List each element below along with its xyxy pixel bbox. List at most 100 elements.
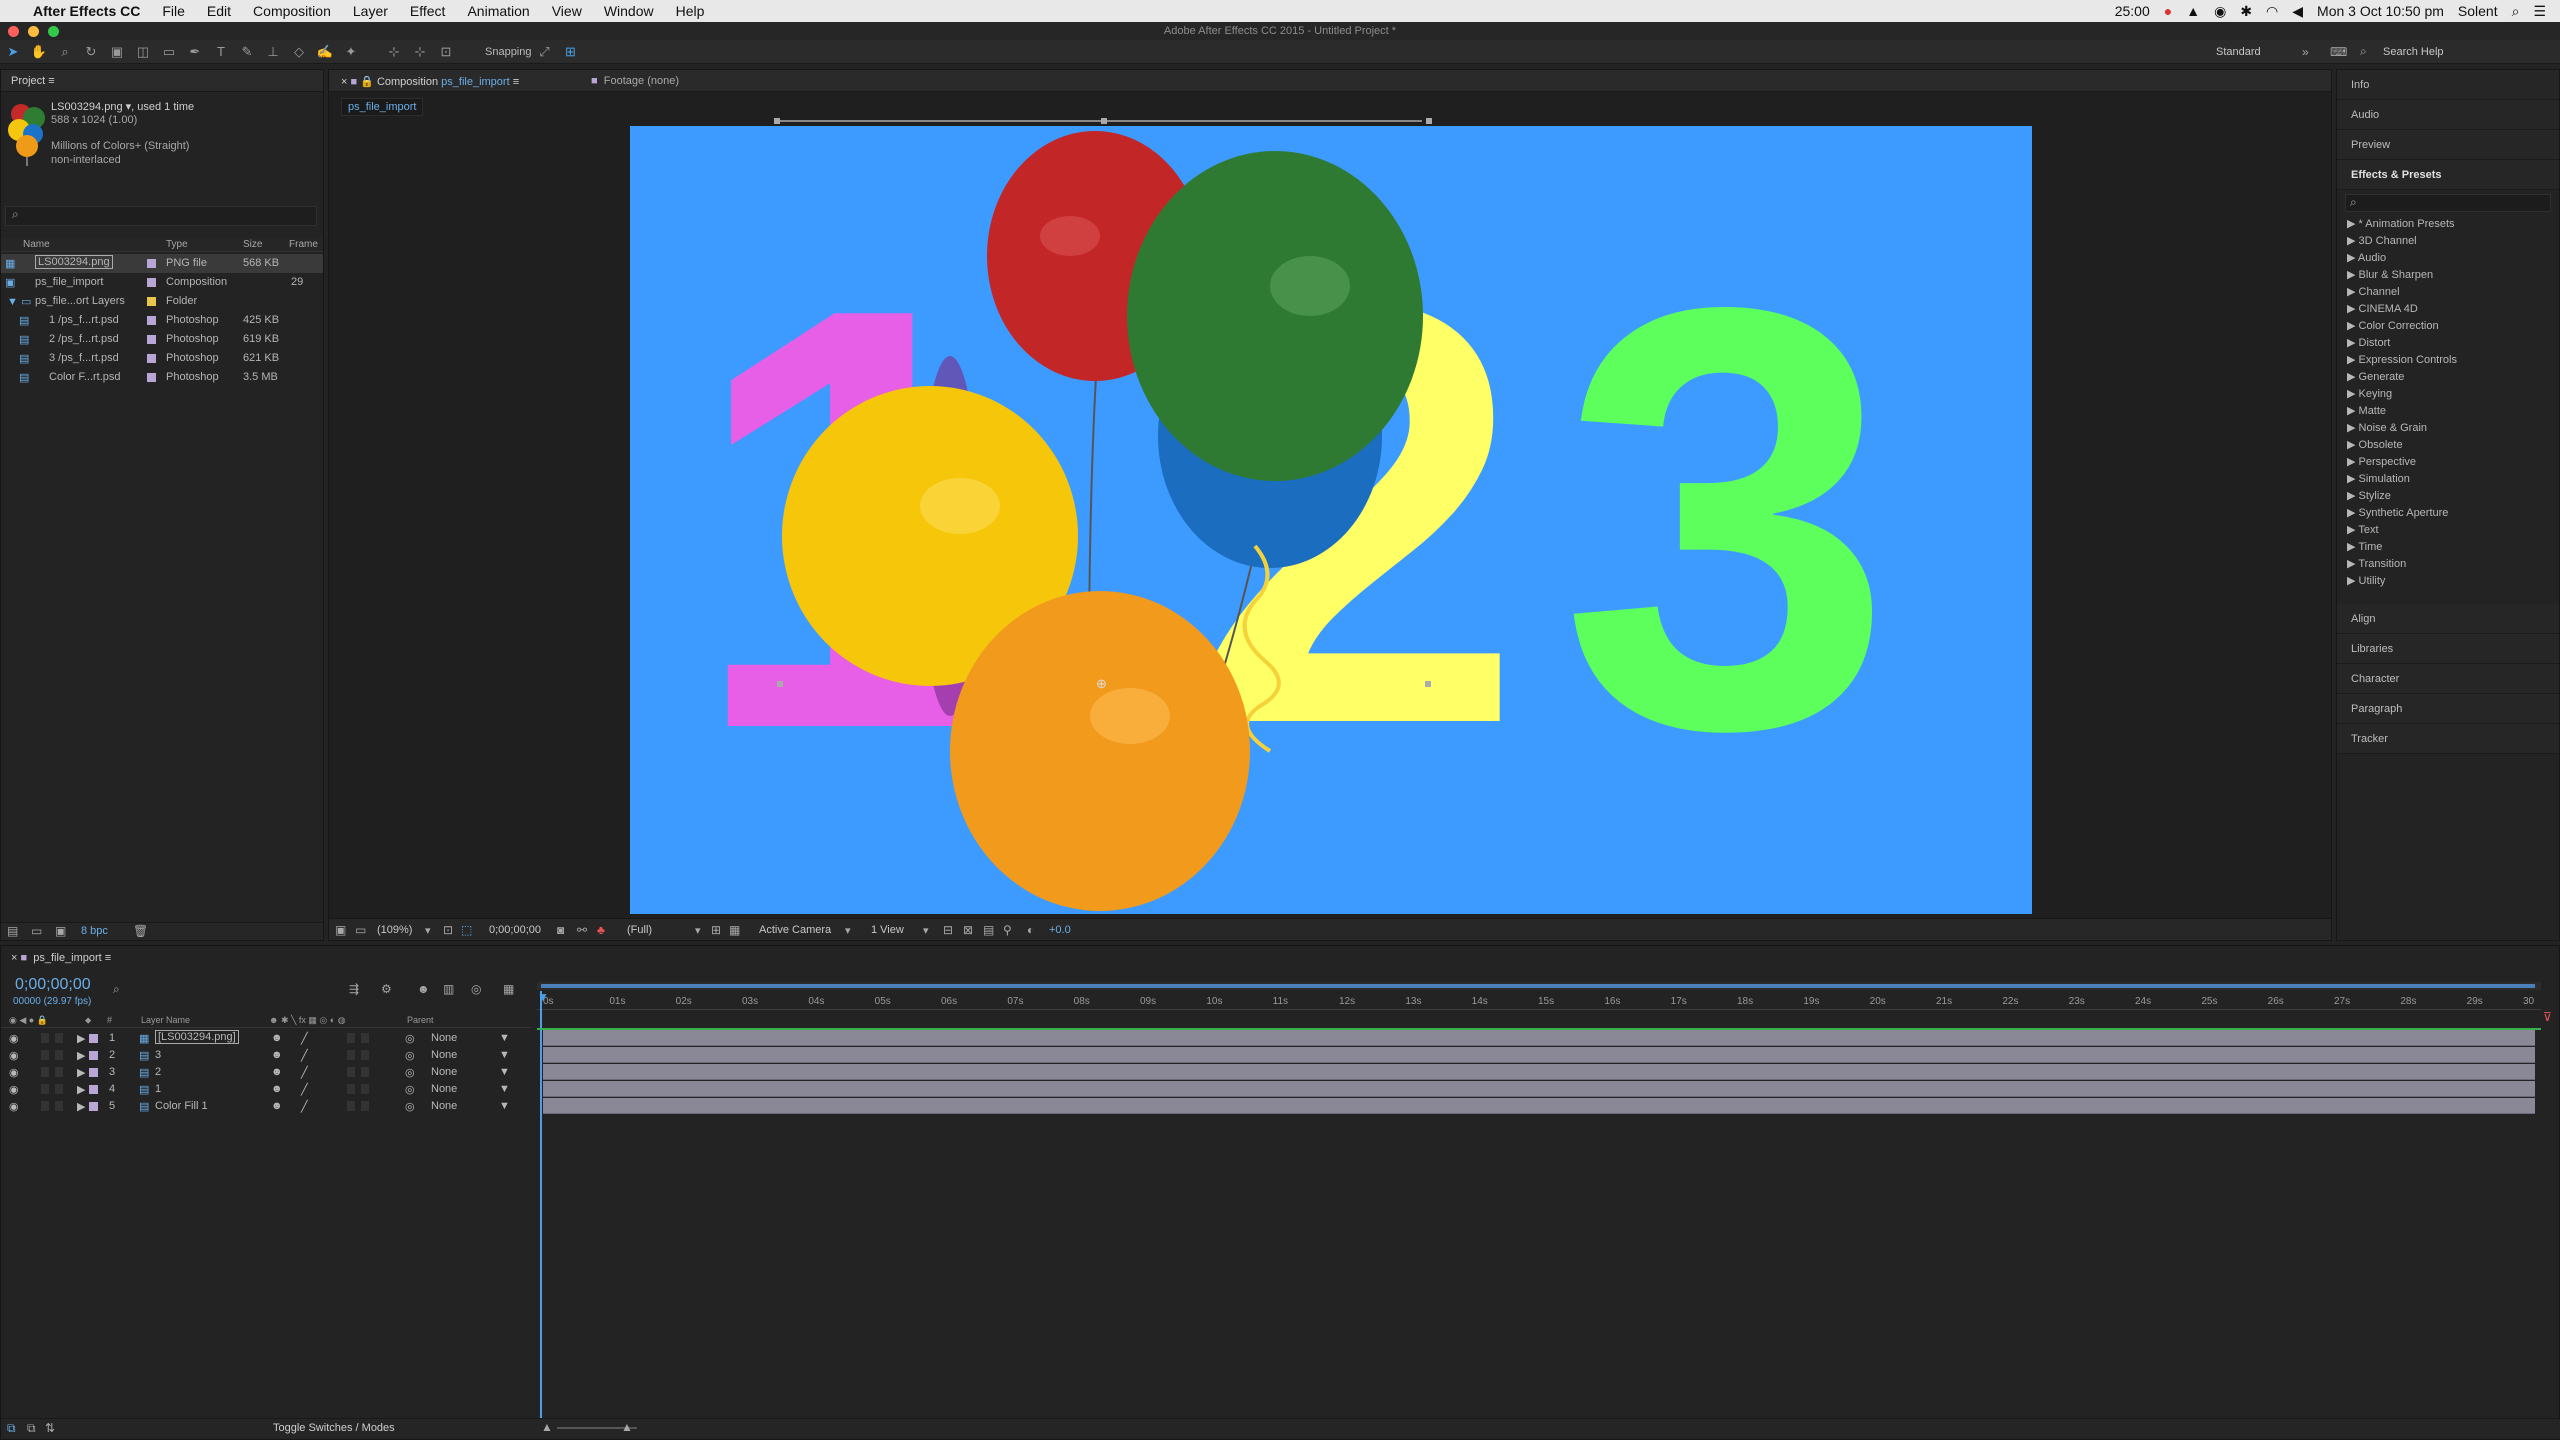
datetime[interactable]: Mon 3 Oct 10:50 pm xyxy=(2317,3,2444,19)
disclosure-triangle-icon[interactable]: ▶ xyxy=(2347,558,2355,570)
cloud-icon[interactable]: ◉ xyxy=(2214,3,2226,20)
disclosure-triangle-icon[interactable]: ▶ xyxy=(2347,507,2355,519)
reset-exposure-icon[interactable]: ◐ xyxy=(1027,923,1034,937)
new-folder-icon[interactable]: ▭ xyxy=(31,924,42,938)
drive-icon[interactable]: ▲ xyxy=(2186,3,2200,19)
effect-switch[interactable] xyxy=(347,1101,355,1111)
effects-category[interactable]: ▶ 3D Channel xyxy=(2337,233,2559,250)
volume-icon[interactable]: ◀ xyxy=(2292,3,2303,20)
bit-depth-button[interactable]: 8 bpc xyxy=(81,925,108,937)
column-name[interactable]: Name xyxy=(23,239,50,250)
disclosure-triangle-icon[interactable]: ▶ xyxy=(2347,218,2355,230)
label-color-swatch[interactable] xyxy=(147,278,156,287)
panel-audio[interactable]: Audio xyxy=(2337,100,2559,130)
menu-file[interactable]: File xyxy=(151,3,196,19)
menu-animation[interactable]: Animation xyxy=(456,3,540,19)
shy-switch-icon[interactable]: ☻ xyxy=(271,1100,283,1112)
parent-dropdown-icon[interactable]: ▼ xyxy=(499,1032,510,1044)
lock-switch[interactable] xyxy=(55,1033,63,1043)
shy-switch-icon[interactable]: ☻ xyxy=(271,1066,283,1078)
eraser-tool-icon[interactable]: ◇ xyxy=(289,43,309,61)
resolution-dropdown-icon[interactable]: ▾ xyxy=(695,924,701,937)
quality-switch-icon[interactable]: ╱ xyxy=(301,1032,308,1045)
solo-switch[interactable] xyxy=(41,1050,49,1060)
visibility-eye-icon[interactable]: ◉ xyxy=(9,1083,19,1096)
label-color-swatch[interactable] xyxy=(89,1102,98,1111)
draft-3d-icon[interactable]: ⚙ xyxy=(381,982,392,996)
effects-category[interactable]: ▶ Stylize xyxy=(2337,488,2559,505)
effects-category[interactable]: ▶ Channel xyxy=(2337,284,2559,301)
shy-switch-icon[interactable]: ☻ xyxy=(271,1032,283,1044)
adjustment-switch[interactable] xyxy=(361,1067,369,1077)
column-parent[interactable]: Parent xyxy=(407,1015,434,1025)
pan-behind-tool-icon[interactable]: ◫ xyxy=(133,43,153,61)
effects-category[interactable]: ▶ Simulation xyxy=(2337,471,2559,488)
layer-row[interactable]: ◉ ▶ 4 ▤ 1 ☻ ╱ ◎ None ▼ xyxy=(1,1081,531,1098)
parent-select[interactable]: None xyxy=(431,1100,457,1112)
disclosure-triangle-icon[interactable]: ▶ xyxy=(2347,371,2355,383)
effects-category[interactable]: ▶ Perspective xyxy=(2337,454,2559,471)
adjustment-switch[interactable] xyxy=(361,1033,369,1043)
menu-layer[interactable]: Layer xyxy=(342,3,399,19)
bounds-handle-tc[interactable] xyxy=(1101,118,1107,124)
label-color-swatch[interactable] xyxy=(147,335,156,344)
lock-switch[interactable] xyxy=(55,1101,63,1111)
magnification-select[interactable]: (109%) xyxy=(377,924,412,936)
effects-category[interactable]: ▶ Blur & Sharpen xyxy=(2337,267,2559,284)
effects-category[interactable]: ▶ Noise & Grain xyxy=(2337,420,2559,437)
effects-category[interactable]: ▶ Color Correction xyxy=(2337,318,2559,335)
timeline-icon[interactable]: ▤ xyxy=(983,923,994,937)
solo-switch[interactable] xyxy=(41,1033,49,1043)
adjustment-switch[interactable] xyxy=(361,1050,369,1060)
menu-effect[interactable]: Effect xyxy=(399,3,457,19)
bluetooth-icon[interactable]: ✱ xyxy=(2240,3,2252,20)
shy-switch-icon[interactable]: ☻ xyxy=(271,1049,283,1061)
disclosure-triangle-icon[interactable]: ▶ xyxy=(2347,303,2355,315)
panel-tracker[interactable]: Tracker xyxy=(2337,724,2559,754)
fast-previews-icon[interactable]: ⊠ xyxy=(963,923,973,937)
view-layout-select[interactable]: 1 View xyxy=(871,924,904,936)
bounds-handle-mr[interactable] xyxy=(1425,681,1431,687)
adjustment-switch[interactable] xyxy=(361,1084,369,1094)
effects-category[interactable]: ▶ Generate xyxy=(2337,369,2559,386)
search-help-input[interactable]: Search Help xyxy=(2383,46,2444,58)
effects-category[interactable]: ▶ Expression Controls xyxy=(2337,352,2559,369)
effect-switch[interactable] xyxy=(347,1084,355,1094)
panel-preview[interactable]: Preview xyxy=(2337,130,2559,160)
pen-tool-icon[interactable]: ✒ xyxy=(185,43,205,61)
region-of-interest-icon[interactable]: ⊞ xyxy=(711,923,721,937)
comp-end-marker-icon[interactable]: ⊽ xyxy=(2543,1010,2559,1030)
mask-visibility-icon[interactable]: ⬚ xyxy=(461,923,472,937)
composition-canvas[interactable]: 1 2 3 xyxy=(630,126,2032,914)
menu-window[interactable]: Window xyxy=(593,3,665,19)
menu-help[interactable]: Help xyxy=(665,3,716,19)
parent-pickwhip-icon[interactable]: ◎ xyxy=(405,1100,415,1113)
view-layout-dropdown-icon[interactable]: ▾ xyxy=(923,924,929,937)
magnification-dropdown-icon[interactable]: ▾ xyxy=(425,924,431,937)
effect-switch[interactable] xyxy=(347,1033,355,1043)
parent-select[interactable]: None xyxy=(431,1032,457,1044)
project-item[interactable]: ▤ Color F...rt.psd Photoshop 3.5 MB xyxy=(1,368,323,387)
new-comp-icon[interactable]: ▣ xyxy=(55,924,66,938)
parent-dropdown-icon[interactable]: ▼ xyxy=(499,1100,510,1112)
graph-editor-icon[interactable]: ▦ xyxy=(503,982,514,996)
parent-select[interactable]: None xyxy=(431,1049,457,1061)
timeline-current-time[interactable]: 0;00;00;00 xyxy=(15,976,91,994)
layer-name[interactable]: 1 xyxy=(155,1083,161,1095)
parent-dropdown-icon[interactable]: ▼ xyxy=(499,1066,510,1078)
layer-name[interactable]: 3 xyxy=(155,1049,161,1061)
visibility-eye-icon[interactable]: ◉ xyxy=(9,1049,19,1062)
label-color-swatch[interactable] xyxy=(147,316,156,325)
effects-category[interactable]: ▶ CINEMA 4D xyxy=(2337,301,2559,318)
column-frame[interactable]: Frame xyxy=(289,239,318,250)
render-time-icon[interactable]: ⧉ xyxy=(7,1421,16,1436)
disclosure-triangle-icon[interactable]: ▶ xyxy=(2347,524,2355,536)
disclosure-triangle-icon[interactable]: ▶ xyxy=(2347,456,2355,468)
visibility-eye-icon[interactable]: ◉ xyxy=(9,1066,19,1079)
layer-row[interactable]: ◉ ▶ 5 ▤ Color Fill 1 ☻ ╱ ◎ None ▼ xyxy=(1,1098,531,1115)
quality-switch-icon[interactable]: ╱ xyxy=(301,1049,308,1062)
solo-switch[interactable] xyxy=(41,1084,49,1094)
project-item[interactable]: ▤ 2 /ps_f...rt.psd Photoshop 619 KB xyxy=(1,330,323,349)
label-color-swatch[interactable] xyxy=(147,259,156,268)
interpret-footage-icon[interactable]: ▤ xyxy=(7,924,18,938)
